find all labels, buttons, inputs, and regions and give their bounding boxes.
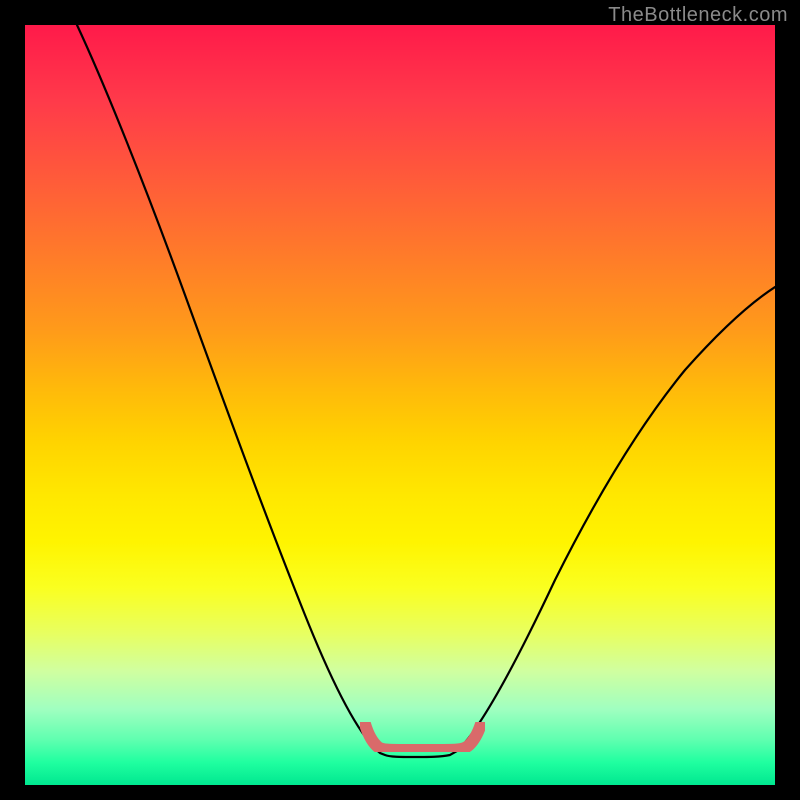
chart-frame: TheBottleneck.com — [0, 0, 800, 800]
bottleneck-curve — [25, 25, 775, 785]
watermark-text: TheBottleneck.com — [608, 4, 788, 27]
plot-area — [25, 25, 775, 785]
highlight-band — [360, 722, 485, 752]
